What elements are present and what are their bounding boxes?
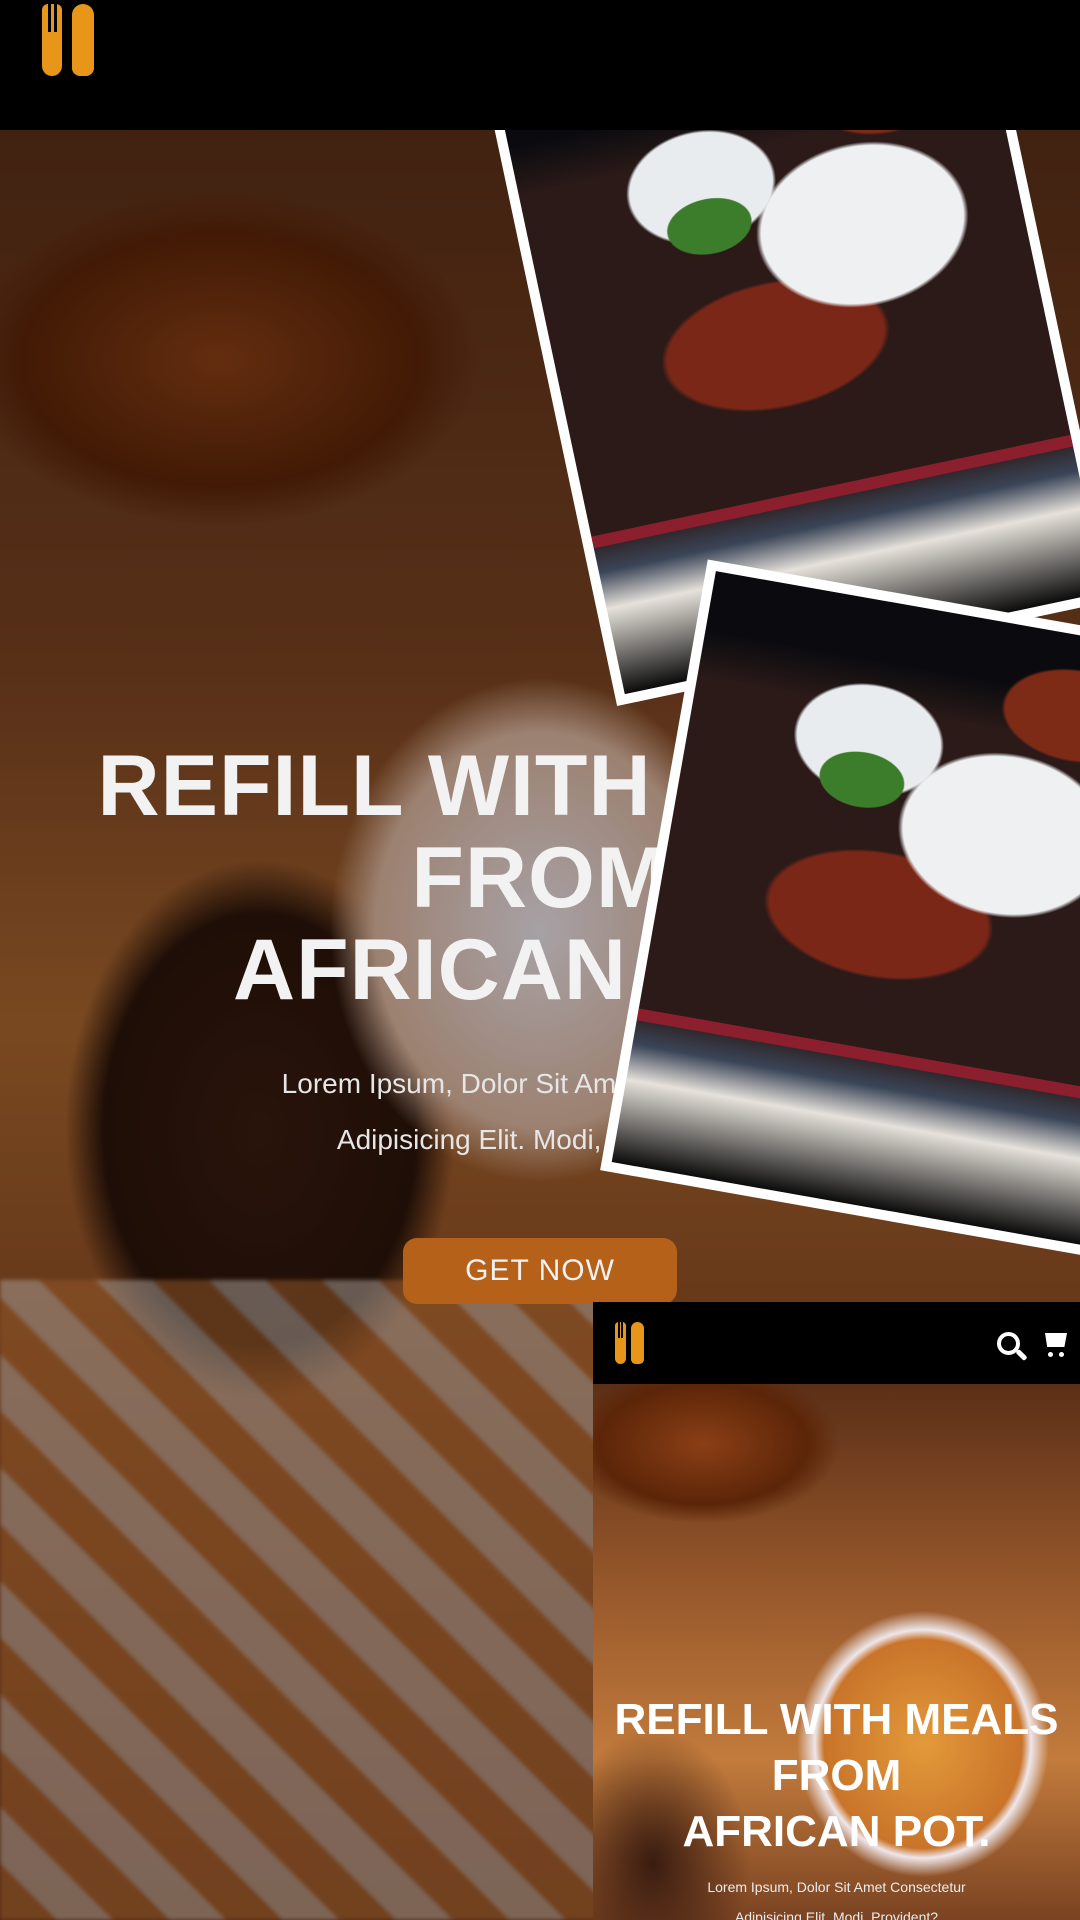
preview-hero-description: Lorem Ipsum, Dolor Sit Amet Consectetur …: [707, 1879, 966, 1920]
search-icon[interactable]: [993, 1328, 1023, 1358]
fork-spoon-icon[interactable]: [42, 4, 94, 76]
preview-top-nav-bar: [593, 1302, 1080, 1384]
preview-hero-title: REFILL WITH MEALS FROM AFRICAN POT.: [614, 1695, 1059, 1856]
top-nav-bar: [0, 0, 1080, 130]
cart-icon[interactable]: [1041, 1328, 1071, 1358]
fork-spoon-icon[interactable]: [615, 1322, 644, 1364]
phone-preview: REFILL WITH MEALS FROM AFRICAN POT. Lore…: [593, 1302, 1080, 1920]
get-now-button[interactable]: GET NOW: [403, 1238, 677, 1304]
preview-hero-section: REFILL WITH MEALS FROM AFRICAN POT. Lore…: [593, 1692, 1080, 1920]
